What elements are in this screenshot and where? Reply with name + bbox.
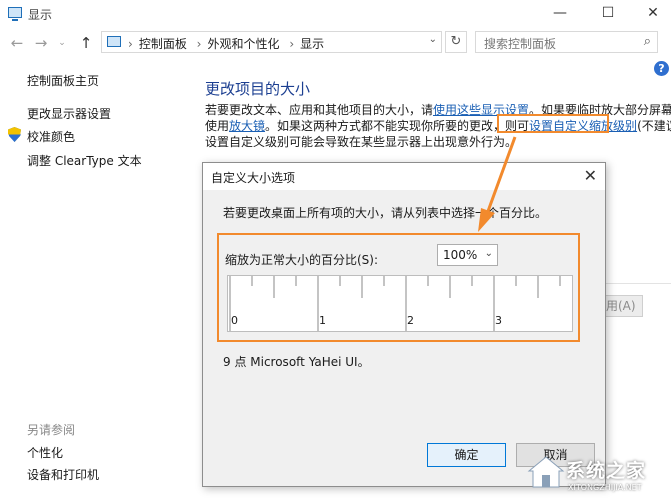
chevron-down-icon: ⌄	[484, 248, 493, 259]
see-also-heading: 另请参阅	[27, 423, 76, 437]
search-input[interactable]: 搜索控制面板	[484, 35, 556, 52]
house-logo-icon	[527, 456, 565, 488]
sidebar-item-change-display[interactable]: 更改显示器设置	[27, 105, 111, 122]
dialog-close-icon[interactable]: ✕	[584, 166, 597, 185]
description-text: 若要更改文本、应用和其他项目的大小，请	[205, 103, 434, 117]
ruler-label-2: 2	[407, 314, 414, 327]
divider	[604, 283, 671, 284]
maximize-button[interactable]: ☐	[593, 3, 623, 23]
display-app-icon	[8, 7, 22, 21]
search-box[interactable]: 搜索控制面板 ⌕	[475, 31, 658, 53]
window-title: 显示	[28, 8, 53, 22]
ruler-graphic	[229, 276, 561, 331]
custom-size-dialog: 自定义大小选项 ✕ 若要更改桌面上所有项的大小，请从列表中选择一个百分比。 缩放…	[202, 162, 606, 487]
recent-dropdown-icon[interactable]: ⌄	[53, 33, 71, 53]
scale-label: 缩放为正常大小的百分比(S):	[225, 253, 379, 267]
ok-button[interactable]: 确定	[427, 443, 506, 467]
sidebar-item-devices-printers[interactable]: 设备和打印机	[27, 466, 99, 483]
help-icon[interactable]: ?	[654, 61, 669, 76]
sidebar-item-home[interactable]: 控制面板主页	[27, 72, 99, 89]
watermark-subtext: XITONGZHIJIA.NET	[568, 483, 642, 492]
sidebar-item-personalization[interactable]: 个性化	[27, 444, 63, 461]
sidebar-item-cleartype[interactable]: 调整 ClearType 文本	[27, 152, 142, 169]
up-arrow-icon[interactable]: ↑	[77, 33, 95, 53]
address-bar[interactable]: › 控制面板 › 外观和个性化 › 显示 ⌄	[101, 31, 442, 53]
dialog-title-bar: 自定义大小选项 ✕	[203, 163, 605, 190]
ruler[interactable]: 0 1 2 3	[227, 275, 573, 332]
description-text: 。如果这两种方式都不能实现你所要的更改，则可	[265, 119, 530, 133]
ruler-label-0: 0	[231, 314, 238, 327]
page-title: 更改项目的大小	[205, 80, 311, 98]
shield-icon	[8, 127, 21, 142]
scale-dropdown[interactable]: 100% ⌄	[437, 244, 498, 266]
address-dropdown-icon[interactable]: ⌄	[429, 34, 437, 45]
minimize-button[interactable]: —	[545, 3, 575, 23]
description-text: 使用	[205, 119, 230, 133]
search-icon[interactable]: ⌕	[644, 34, 651, 49]
callout-highlight	[497, 114, 609, 133]
dialog-title: 自定义大小选项	[211, 171, 296, 185]
watermark-logo: 系统之家 XITONGZHIJIA.NET	[522, 447, 671, 500]
description-line-3: 设置自定义级别可能会导致在某些显示器上出现意外行为。	[205, 135, 518, 149]
breadcrumb: › 控制面板 › 外观和个性化 › 显示	[128, 37, 325, 51]
breadcrumb-control-panel[interactable]: 控制面板	[139, 37, 187, 51]
dialog-instruction: 若要更改桌面上所有项的大小，请从列表中选择一个百分比。	[223, 206, 548, 220]
magnifier-link[interactable]: 放大镜	[229, 119, 265, 133]
sidebar-item-calibrate-color[interactable]: 校准颜色	[27, 128, 75, 145]
close-button[interactable]: ✕	[638, 3, 668, 23]
scale-highlight-group: 缩放为正常大小的百分比(S): 100% ⌄ 0 1 2 3	[217, 233, 580, 342]
ruler-label-3: 3	[495, 314, 502, 327]
breadcrumb-display[interactable]: 显示	[300, 37, 324, 51]
refresh-icon[interactable]: ↻	[445, 31, 467, 53]
description-text: (不建议)。	[637, 119, 671, 133]
watermark-text: 系统之家	[566, 460, 647, 482]
title-bar: 显示 — ☐ ✕	[0, 0, 671, 28]
breadcrumb-appearance[interactable]: 外观和个性化	[207, 37, 279, 51]
navigation-bar: ← → ⌄ ↑ › 控制面板 › 外观和个性化 › 显示 ⌄ ↻ 搜索控制面板 ⌕	[0, 30, 671, 56]
ruler-label-1: 1	[319, 314, 326, 327]
forward-arrow-icon[interactable]: →	[32, 33, 50, 53]
scale-value: 100%	[443, 248, 478, 262]
back-arrow-icon[interactable]: ←	[8, 33, 26, 53]
control-panel-icon	[107, 36, 121, 47]
font-info: 9 点 Microsoft YaHei UI。	[223, 355, 370, 369]
